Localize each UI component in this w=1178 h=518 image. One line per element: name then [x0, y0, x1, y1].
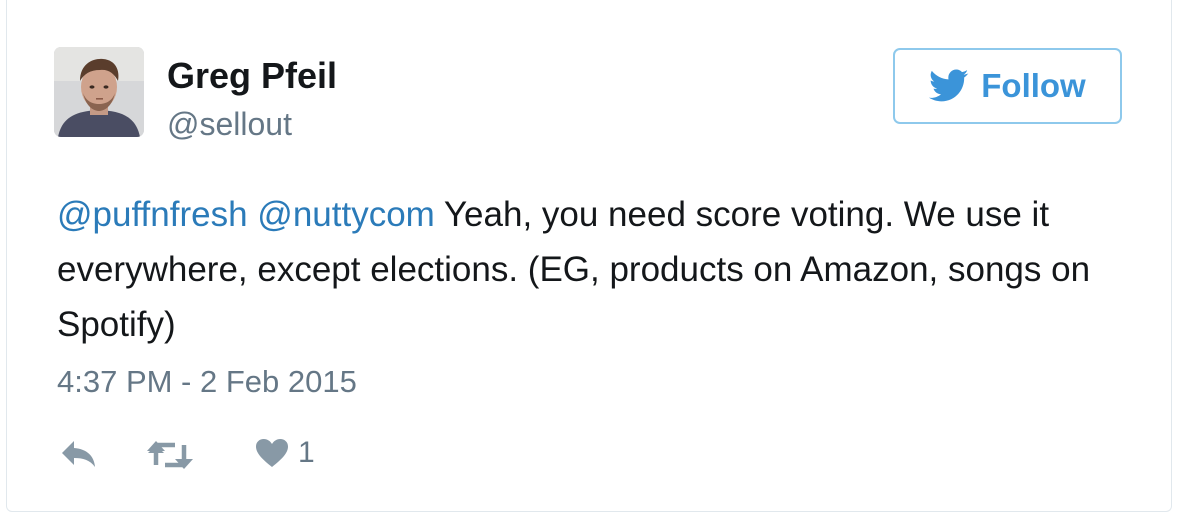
- twitter-bird-icon: [929, 69, 969, 102]
- avatar[interactable]: [54, 47, 144, 137]
- avatar-image: [54, 47, 144, 137]
- tweet-text: @puffnfresh @nuttycom Yeah, you need sco…: [57, 187, 1117, 352]
- tweet-card: Greg Pfeil @sellout Follow @puffnfresh @…: [6, 0, 1172, 512]
- retweet-button[interactable]: [147, 439, 193, 471]
- like-button[interactable]: 1: [255, 436, 315, 470]
- follow-label: Follow: [981, 67, 1086, 104]
- user-display-name[interactable]: Greg Pfeil: [167, 55, 337, 97]
- mention-link[interactable]: @puffnfresh: [57, 195, 248, 234]
- tweet-timestamp[interactable]: 4:37 PM - 2 Feb 2015: [57, 364, 357, 400]
- mention-link[interactable]: @nuttycom: [257, 195, 435, 234]
- follow-button[interactable]: Follow: [893, 48, 1122, 124]
- heart-icon: [256, 439, 288, 467]
- reply-button[interactable]: [61, 440, 97, 468]
- retweet-icon: [147, 441, 193, 469]
- like-count: 1: [298, 436, 315, 469]
- user-handle[interactable]: @sellout: [167, 106, 292, 143]
- reply-icon: [62, 441, 95, 467]
